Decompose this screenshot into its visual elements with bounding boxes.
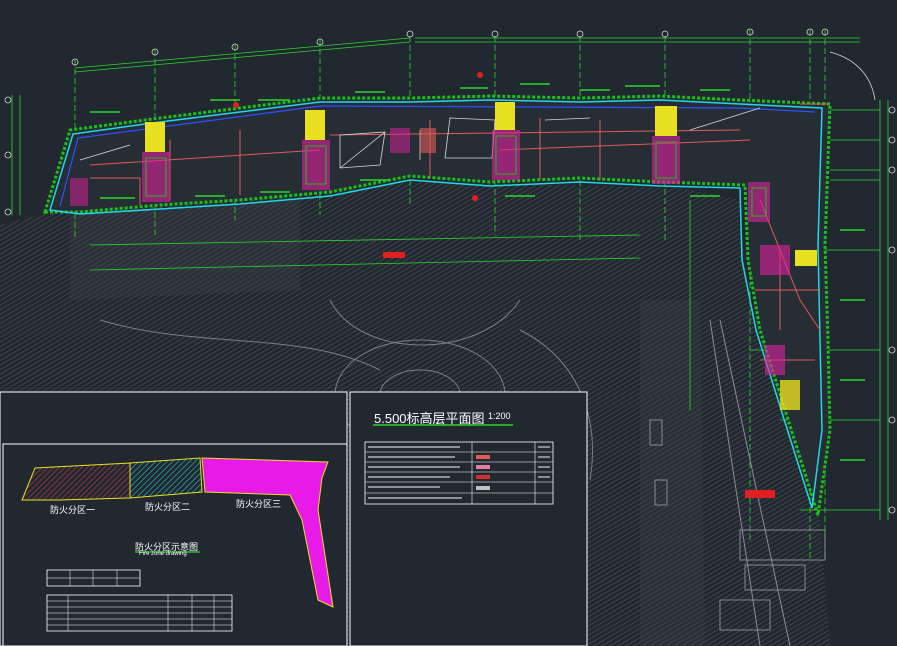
fire-zone-two-area [129, 457, 203, 499]
drawing-title: 5.500标高层平面图 [374, 411, 485, 426]
fire-zone-panel [0, 391, 348, 646]
fire-zone-three-label: 防火分区三 [236, 500, 282, 510]
cad-drawing-canvas: 5.500标高层平面图 1:200 防火分区一 防火分区二 防火分区三 防火分区… [0, 0, 897, 646]
drawing-scale: 1:200 [488, 411, 511, 421]
notes-panel [349, 391, 588, 646]
fire-zone-one-label: 防火分区一 [50, 506, 96, 516]
fire-zone-two-label: 防火分区二 [145, 503, 191, 513]
fire-zone-one-area [21, 462, 131, 501]
fire-zone-diagram-subtitle: Fire zone drawing [139, 551, 187, 557]
